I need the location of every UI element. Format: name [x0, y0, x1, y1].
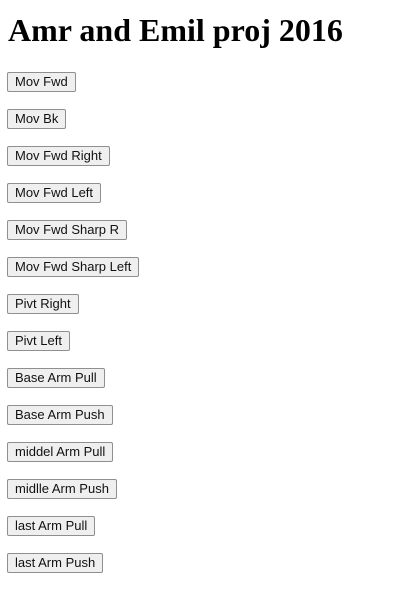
mov-fwd-button[interactable]: Mov Fwd	[7, 72, 76, 92]
mov-fwd-left-button[interactable]: Mov Fwd Left	[7, 183, 102, 203]
base-arm-push-button[interactable]: Base Arm Push	[7, 405, 113, 425]
mov-fwd-right-button[interactable]: Mov Fwd Right	[7, 146, 110, 166]
page-title: Amr and Emil proj 2016	[8, 12, 343, 48]
base-arm-pull-button[interactable]: Base Arm Pull	[7, 368, 105, 388]
last-arm-push-button[interactable]: last Arm Push	[7, 553, 104, 573]
last-arm-pull-button[interactable]: last Arm Pull	[7, 516, 96, 536]
pivot-right-button[interactable]: Pivt Right	[7, 294, 79, 314]
pivot-left-button[interactable]: Pivt Left	[7, 331, 70, 351]
mov-fwd-sharp-left-button[interactable]: Mov Fwd Sharp Left	[7, 257, 140, 277]
page: Amr and Emil proj 2016 Mov Fwd Mov Bk Mo…	[0, 0, 401, 595]
middle-arm-pull-button[interactable]: middel Arm Pull	[7, 442, 114, 462]
mov-bk-button[interactable]: Mov Bk	[7, 109, 67, 129]
mov-fwd-sharp-right-button[interactable]: Mov Fwd Sharp R	[7, 220, 128, 240]
middle-arm-push-button[interactable]: midlle Arm Push	[7, 479, 117, 499]
